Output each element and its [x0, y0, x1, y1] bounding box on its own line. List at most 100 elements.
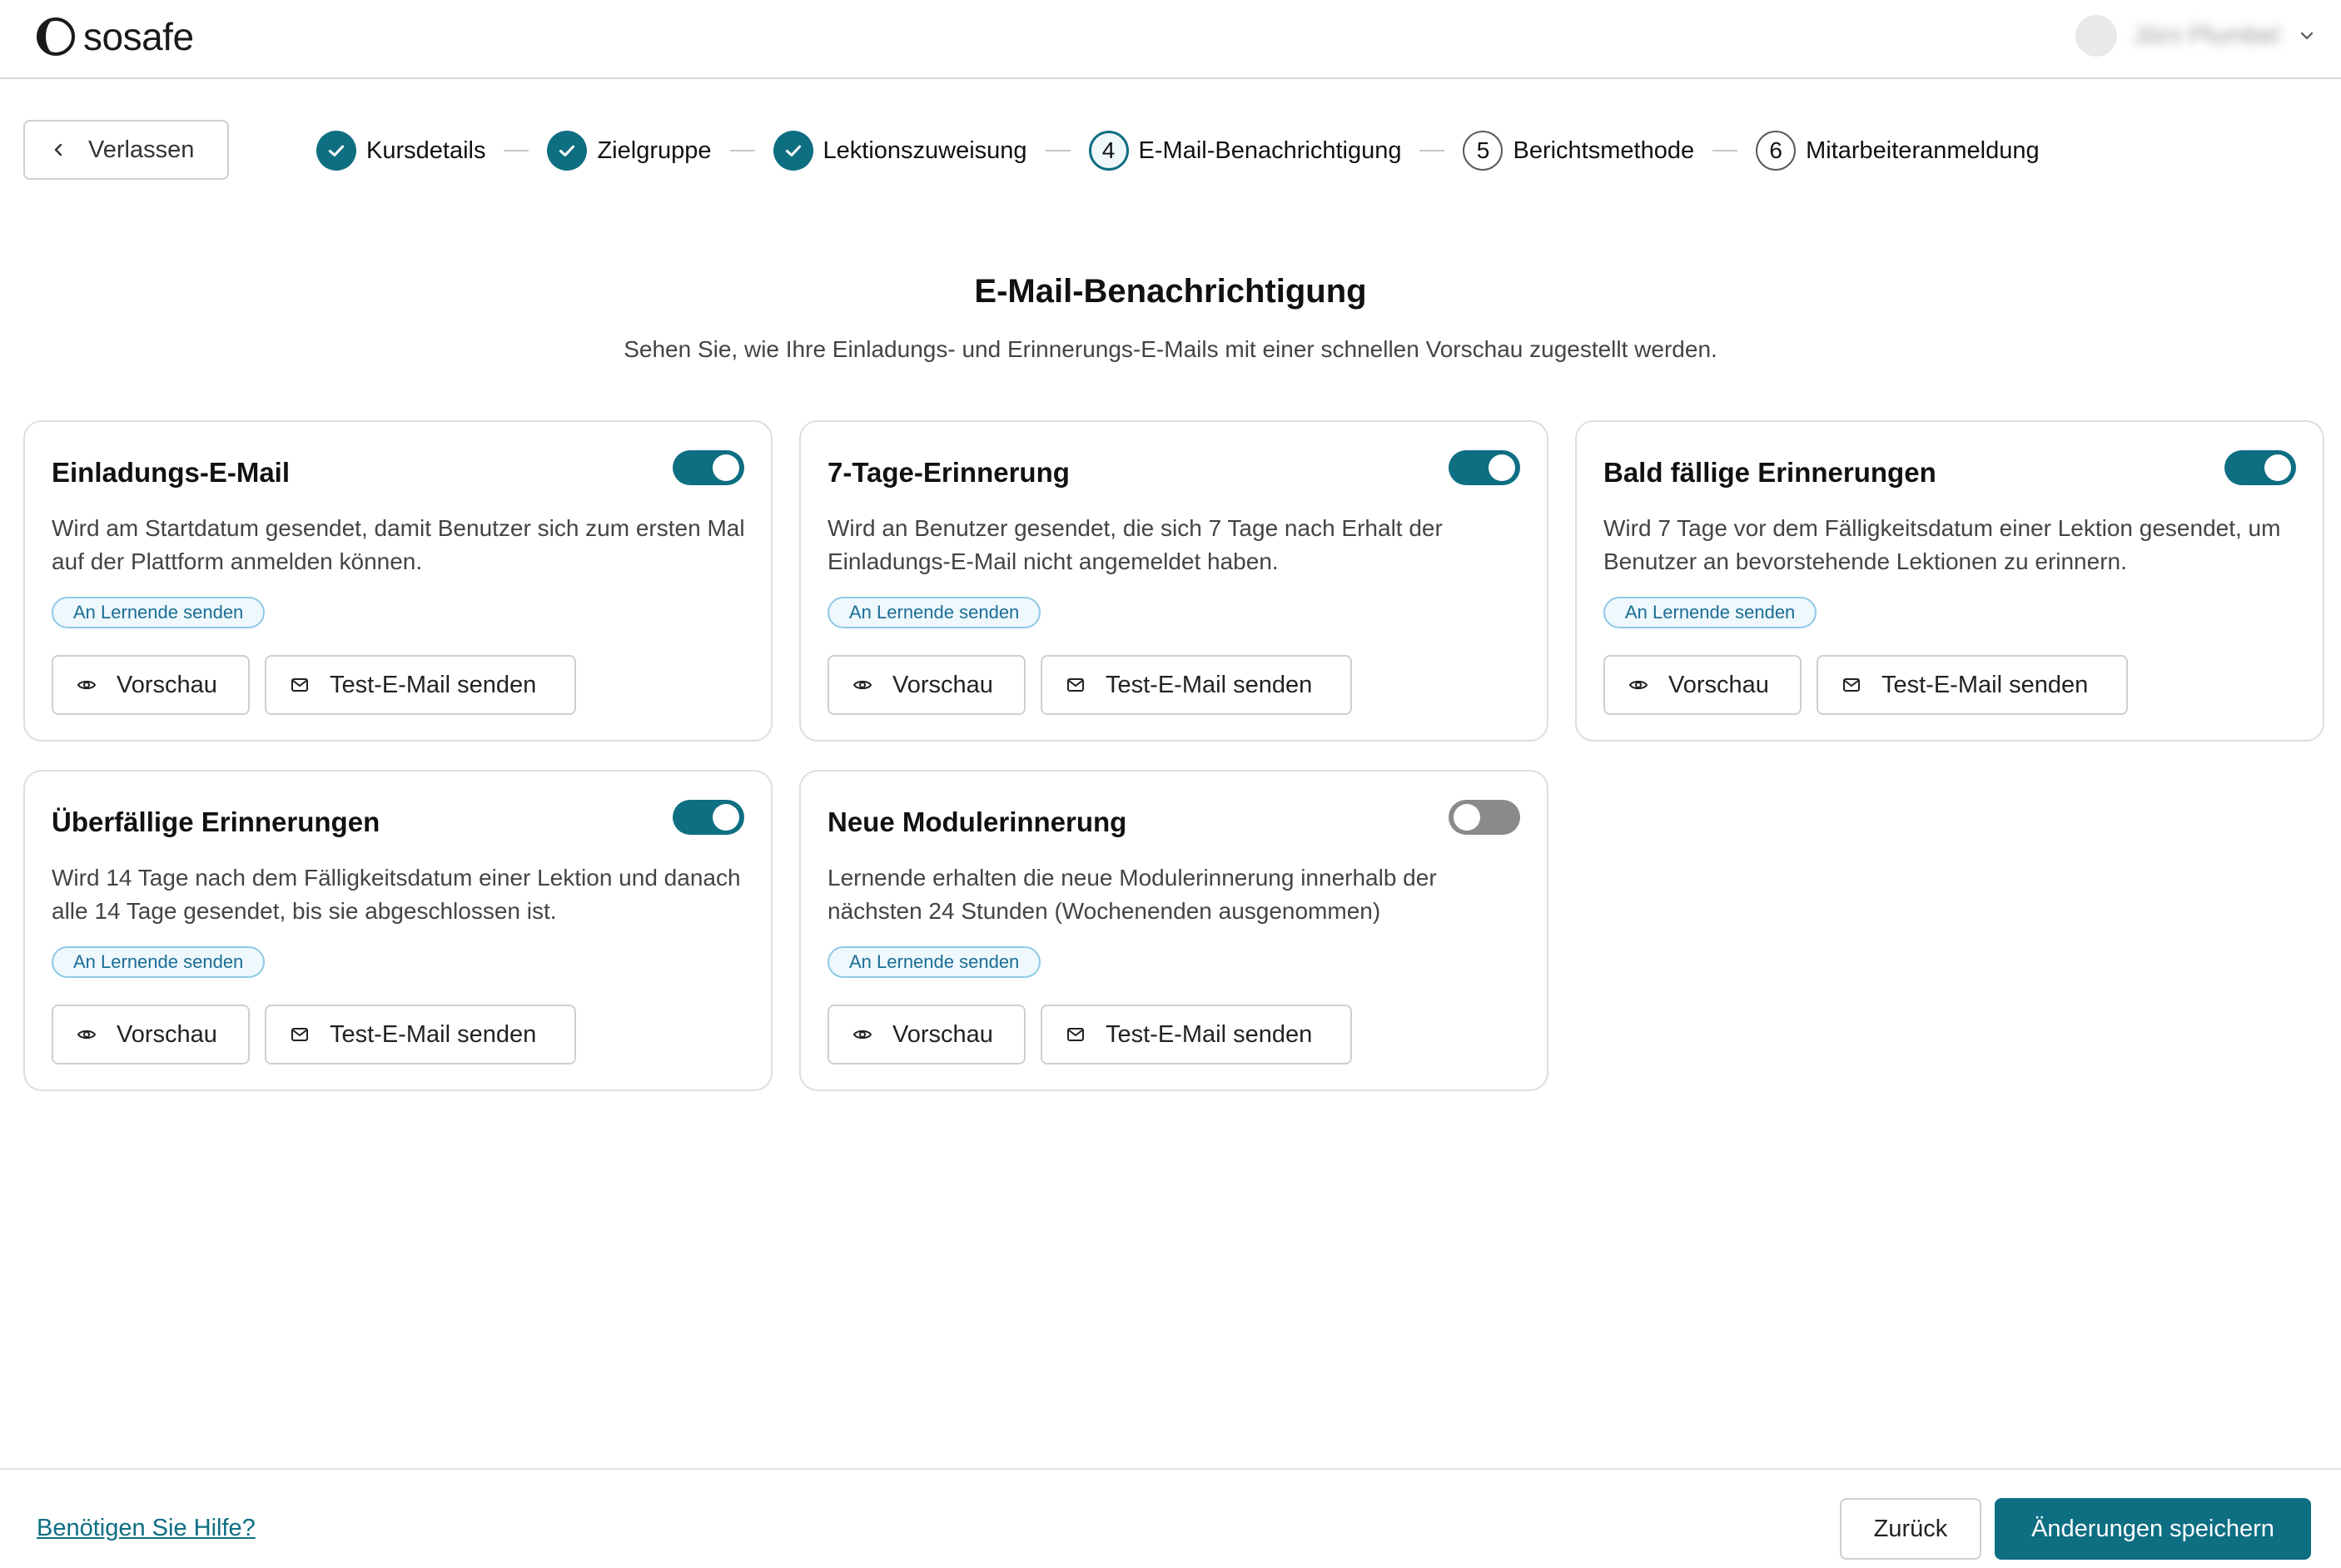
enable-toggle[interactable] — [673, 800, 744, 835]
step-berichtsmethode[interactable]: 5 Berichtsmethode — [1463, 131, 1694, 171]
save-changes-button[interactable]: Änderungen speichern — [1995, 1498, 2311, 1560]
page-title: E-Mail-Benachrichtigung — [974, 273, 1367, 310]
step-label: Mitarbeiteranmeldung — [1806, 136, 2040, 164]
step-label: Lektionszuweisung — [823, 136, 1027, 164]
preview-button[interactable]: Vorschau — [52, 1005, 250, 1064]
card-description: Wird am Startdatum gesendet, damit Benut… — [52, 515, 745, 574]
top-bar: sosafe Jörn Plumbel — [0, 0, 2341, 79]
step-number: 5 — [1463, 131, 1504, 171]
preview-label: Vorschau — [117, 1020, 217, 1048]
step-divider — [1712, 150, 1738, 151]
enable-toggle[interactable] — [1449, 800, 1520, 835]
toggle-knob — [713, 454, 739, 481]
audience-badge: An Lernende senden — [828, 597, 1041, 628]
step-zielgruppe[interactable]: Zielgruppe — [547, 131, 712, 171]
notification-card-invitation: Einladungs-E-Mail Wird am Startdatum ges… — [23, 420, 773, 742]
step-divider — [1419, 150, 1445, 151]
send-test-label: Test-E-Mail senden — [330, 1020, 537, 1048]
notification-card-due-soon: Bald fällige Erinnerungen Wird 7 Tage vo… — [1575, 420, 2324, 742]
eye-icon — [852, 1030, 872, 1040]
step-lektionszuweisung[interactable]: Lektionszuweisung — [773, 131, 1027, 171]
step-number: 4 — [1088, 131, 1129, 171]
send-test-label: Test-E-Mail senden — [1106, 1020, 1313, 1048]
preview-label: Vorschau — [892, 1020, 993, 1048]
preview-label: Vorschau — [117, 671, 217, 698]
step-mitarbeiteranmeldung[interactable]: 6 Mitarbeiteranmeldung — [1756, 131, 2040, 171]
mail-icon — [291, 678, 308, 692]
logo-mark-icon — [37, 17, 75, 56]
step-divider — [729, 150, 755, 151]
mail-icon — [1067, 678, 1084, 692]
audience-badge: An Lernende senden — [52, 946, 266, 978]
back-button[interactable]: Zurück — [1840, 1498, 1981, 1560]
preview-label: Vorschau — [892, 671, 993, 698]
step-kursdetails[interactable]: Kursdetails — [316, 131, 485, 171]
send-test-email-button[interactable]: Test-E-Mail senden — [1041, 1005, 1352, 1064]
stepper: Kursdetails Zielgruppe Lektionszuweisung… — [316, 129, 2040, 172]
user-name: Jörn Plumbel — [2133, 22, 2279, 49]
enable-toggle[interactable] — [1449, 450, 1520, 485]
preview-button[interactable]: Vorschau — [52, 655, 250, 715]
card-title: Einladungs-E-Mail — [52, 457, 291, 488]
avatar — [2075, 15, 2117, 57]
step-divider — [1045, 150, 1071, 151]
preview-button[interactable]: Vorschau — [828, 1005, 1026, 1064]
preview-button[interactable]: Vorschau — [828, 655, 1026, 715]
notification-card-overdue: Überfällige Erinnerungen Wird 14 Tage na… — [23, 770, 773, 1091]
card-title: Bald fällige Erinnerungen — [1603, 457, 1936, 488]
toggle-knob — [713, 804, 739, 831]
send-test-email-button[interactable]: Test-E-Mail senden — [1817, 655, 2128, 715]
card-description: Lernende erhalten die neue Modulerinneru… — [828, 865, 1437, 924]
help-link[interactable]: Benötigen Sie Hilfe? — [37, 1515, 256, 1542]
send-test-label: Test-E-Mail senden — [330, 671, 537, 698]
eye-icon — [77, 1030, 97, 1040]
send-test-email-button[interactable]: Test-E-Mail senden — [1041, 655, 1352, 715]
page-subtitle: Sehen Sie, wie Ihre Einladungs- und Erin… — [624, 336, 1717, 362]
step-label: Zielgruppe — [597, 136, 712, 164]
eye-icon — [1628, 680, 1648, 690]
card-description: Wird 7 Tage vor dem Fälligkeitsdatum ein… — [1603, 515, 2281, 574]
preview-label: Vorschau — [1668, 671, 1769, 698]
mail-icon — [1067, 1028, 1084, 1041]
toggle-knob — [1489, 454, 1515, 481]
card-title: Überfällige Erinnerungen — [52, 806, 380, 837]
send-test-label: Test-E-Mail senden — [1106, 671, 1313, 698]
send-test-email-button[interactable]: Test-E-Mail senden — [265, 1005, 576, 1064]
audience-badge: An Lernende senden — [828, 946, 1041, 978]
step-divider — [504, 150, 529, 151]
step-complete-icon — [316, 131, 356, 171]
chevron-left-icon — [54, 143, 62, 156]
user-menu[interactable]: Jörn Plumbel — [2075, 15, 2316, 57]
notification-card-7-day: 7-Tage-Erinnerung Wird an Benutzer gesen… — [799, 420, 1548, 742]
sosafe-logo[interactable]: sosafe — [35, 13, 194, 60]
exit-label: Verlassen — [88, 136, 195, 163]
mail-icon — [291, 1028, 308, 1041]
mail-icon — [1843, 678, 1860, 692]
card-description: Wird an Benutzer gesendet, die sich 7 Ta… — [828, 515, 1443, 574]
enable-toggle[interactable] — [2224, 450, 2296, 485]
card-title: Neue Modulerinnerung — [828, 806, 1127, 837]
step-label: Kursdetails — [366, 136, 486, 164]
enable-toggle[interactable] — [673, 450, 744, 485]
eye-icon — [77, 680, 97, 690]
step-label: Berichtsmethode — [1513, 136, 1695, 164]
toggle-knob — [2264, 454, 2291, 481]
step-email-benachrichtigung[interactable]: 4 E-Mail-Benachrichtigung — [1088, 131, 1402, 171]
chevron-down-icon — [2300, 32, 2314, 40]
send-test-label: Test-E-Mail senden — [1881, 671, 2089, 698]
card-title: 7-Tage-Erinnerung — [828, 457, 1070, 488]
preview-button[interactable]: Vorschau — [1603, 655, 1802, 715]
card-description: Wird 14 Tage nach dem Fälligkeitsdatum e… — [52, 865, 741, 924]
step-complete-icon — [547, 131, 588, 171]
step-number: 6 — [1756, 131, 1797, 171]
audience-badge: An Lernende senden — [52, 597, 266, 628]
audience-badge: An Lernende senden — [1603, 597, 1817, 628]
send-test-email-button[interactable]: Test-E-Mail senden — [265, 655, 576, 715]
step-label: E-Mail-Benachrichtigung — [1138, 136, 1402, 164]
toggle-knob — [1454, 804, 1480, 831]
logo-text: sosafe — [83, 15, 194, 58]
eye-icon — [852, 680, 872, 690]
notification-card-new-module: Neue Modulerinnerung Lernende erhalten d… — [799, 770, 1548, 1091]
step-complete-icon — [773, 131, 813, 171]
exit-button[interactable]: Verlassen — [23, 120, 229, 180]
